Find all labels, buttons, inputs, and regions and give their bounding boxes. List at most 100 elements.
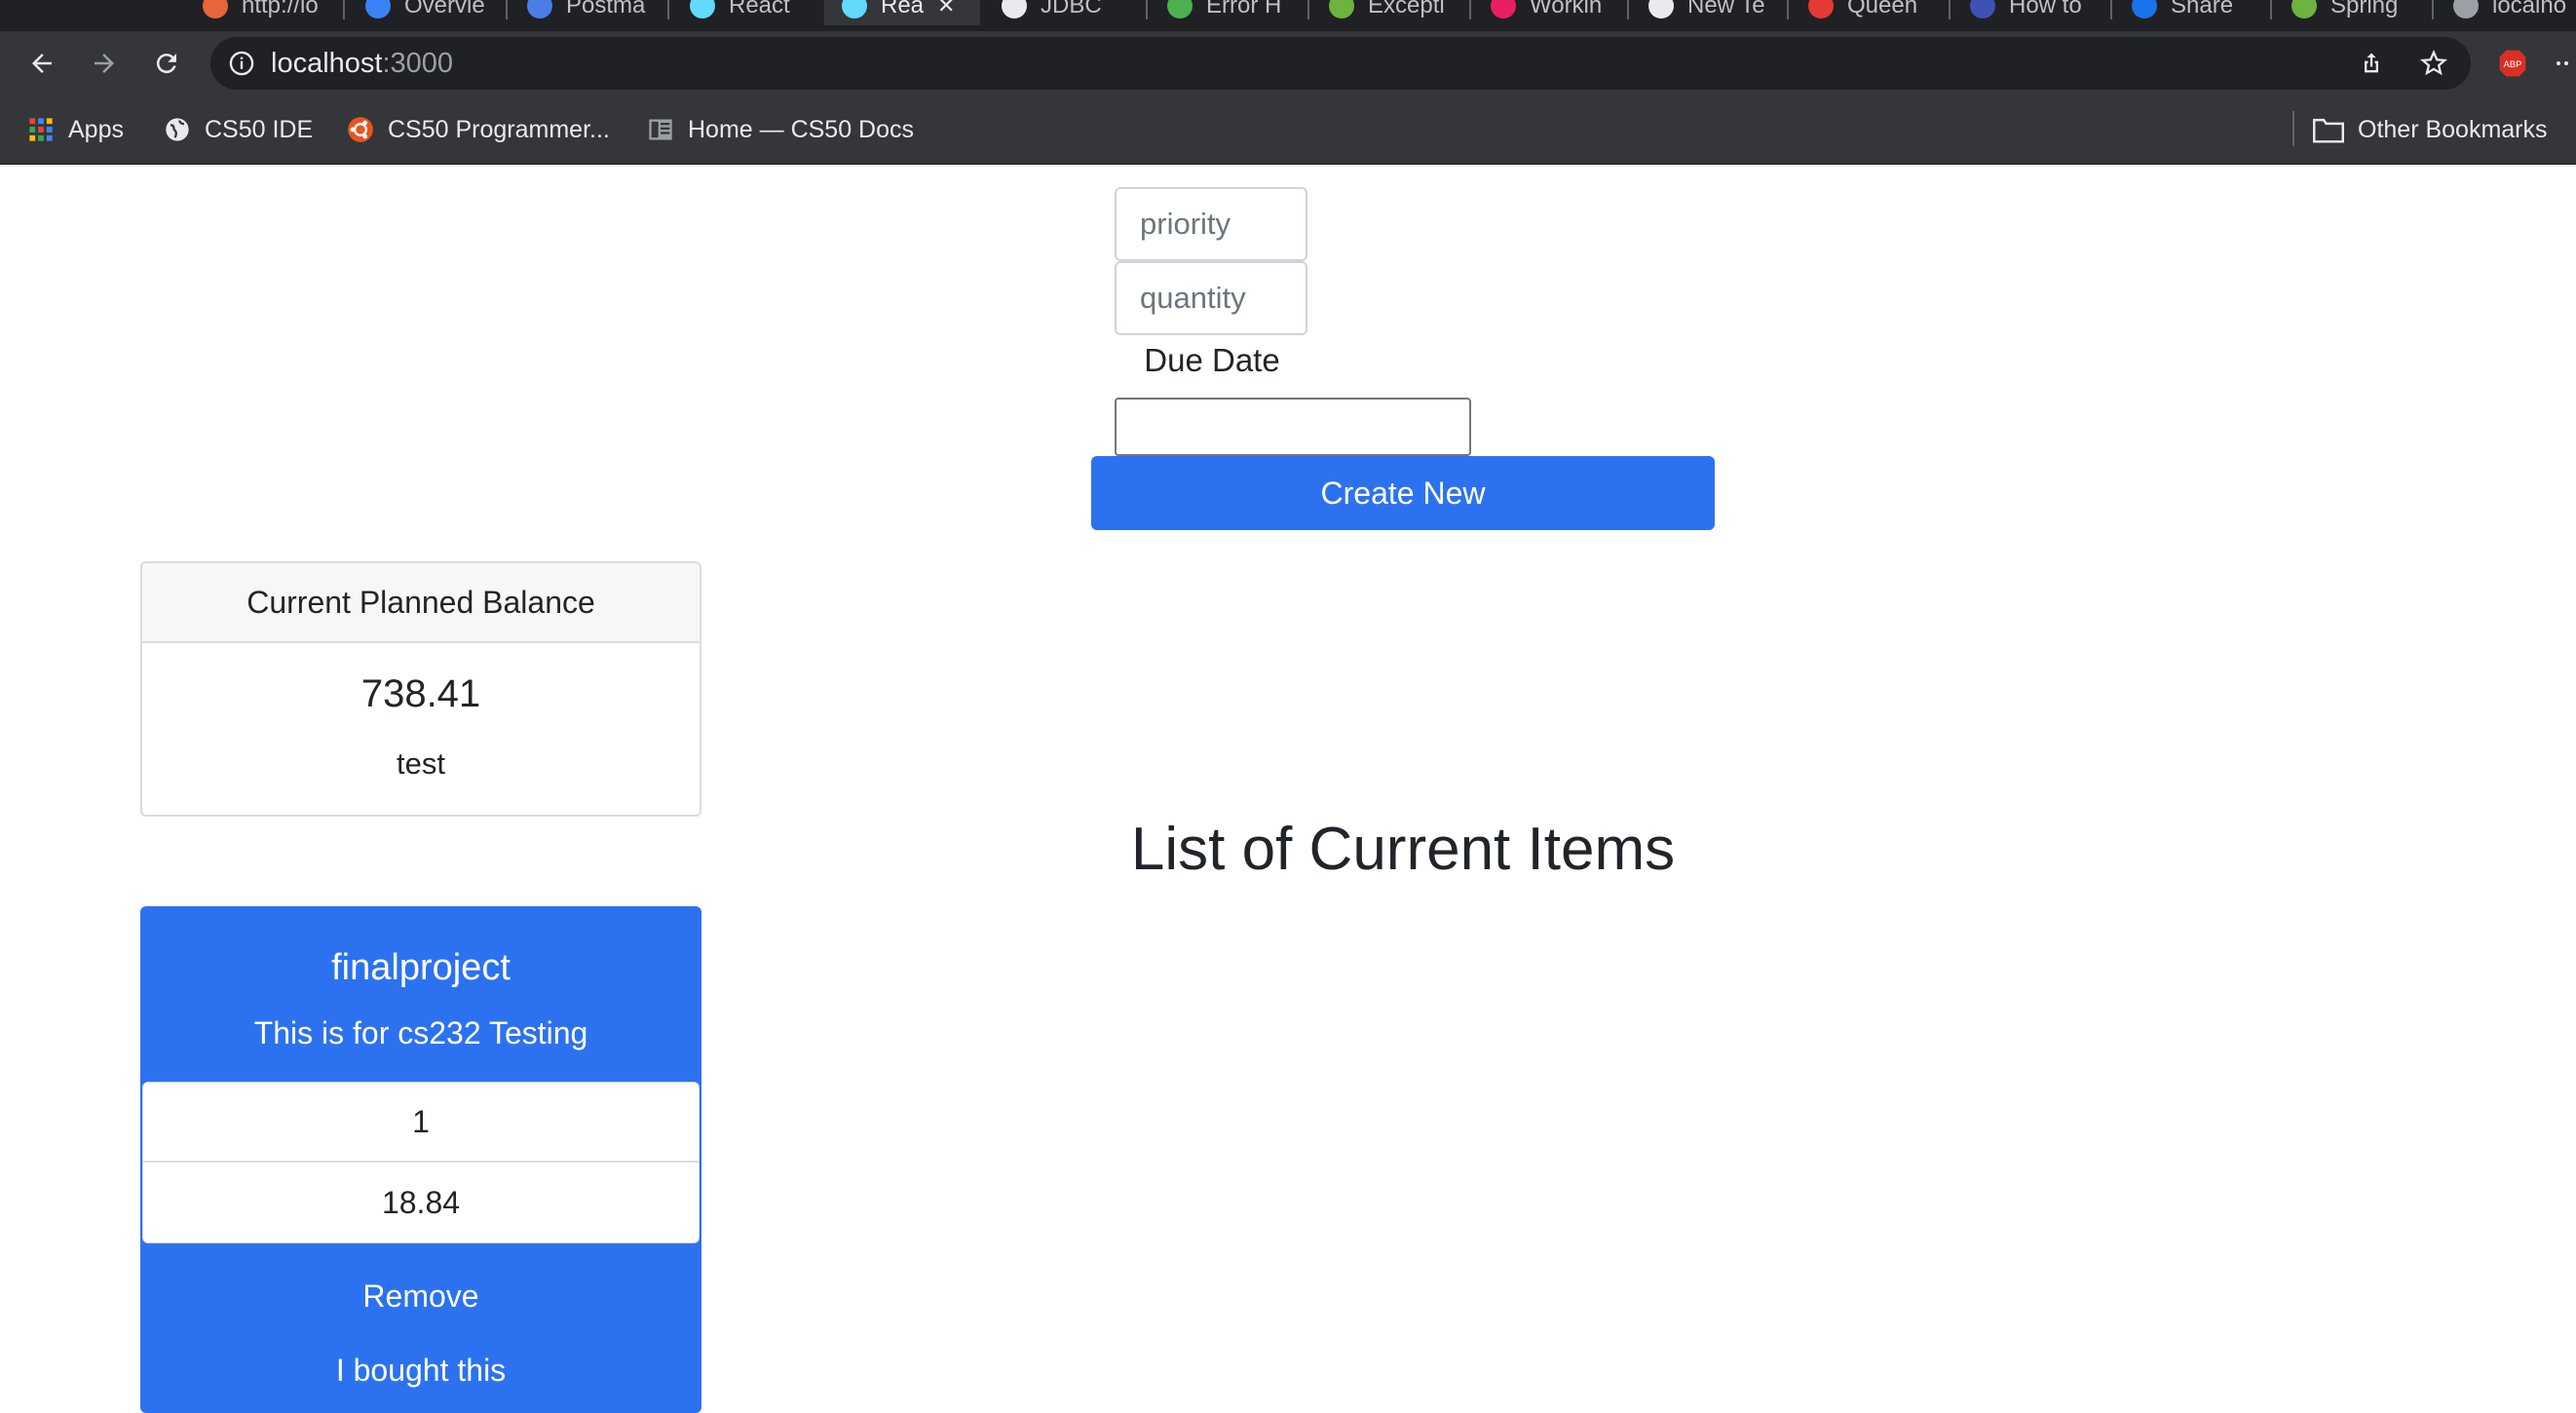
mail-icon (1002, 0, 1027, 19)
docs-icon (649, 119, 672, 140)
tab-separator (2110, 0, 2112, 19)
browser-tab-label: Queen (1847, 0, 1918, 19)
url-port: :3000 (382, 47, 454, 79)
svg-text:ABP: ABP (2504, 59, 2522, 69)
browser-tab-strip: http://lo Overvie Postma React Rea ✕ JDBC Error… (0, 0, 2576, 31)
bookmark-other[interactable]: Other Bookmarks (2313, 111, 2548, 148)
red-circle-icon (203, 0, 228, 19)
pink-circle-icon (1491, 0, 1516, 19)
bookmark-star-button[interactable] (2416, 46, 2451, 81)
reload-icon (156, 54, 176, 74)
close-tab-icon[interactable]: ✕ (937, 0, 955, 19)
browser-tab[interactable]: Error H (1150, 0, 1306, 25)
bookmark-cs50-programmer-label: CS50 Programmer... (388, 115, 610, 143)
list-title: List of Current Items (1130, 816, 1676, 883)
tab-separator (1949, 0, 1951, 19)
remove-link[interactable]: Remove (140, 1279, 701, 1315)
bookmark-apps[interactable]: Apps (27, 111, 124, 148)
reload-button[interactable] (142, 39, 191, 88)
more-icon (2557, 61, 2568, 65)
tab-separator (1307, 0, 1309, 19)
forward-button[interactable] (80, 39, 129, 88)
browser-tab[interactable]: Rea ✕ (824, 0, 980, 25)
blue-circle-icon (1970, 0, 1995, 19)
address-bar[interactable]: localhost:3000 (210, 37, 2471, 90)
browser-tab[interactable]: React (672, 0, 818, 25)
github-icon (1648, 0, 1674, 19)
ubuntu-icon (348, 117, 373, 142)
balance-card: Current Planned Balance 738.41 test (140, 561, 701, 817)
forward-arrow-icon (95, 54, 114, 73)
tab-separator (2270, 0, 2272, 19)
item-card: finalproject This is for cs232 Testing 1… (140, 906, 701, 1413)
priority-input[interactable] (1115, 187, 1307, 261)
browser-tab-label: How to (2009, 0, 2082, 19)
browser-tab-label: http://lo (242, 0, 319, 19)
due-date-label: Due Date (1144, 342, 1280, 378)
browser-tab-label: Rea (881, 0, 925, 19)
browser-tab-label: Postma (566, 0, 646, 19)
infinity-icon (1808, 0, 1834, 19)
browser-tab-label: localho (2492, 0, 2567, 19)
tab-separator (506, 0, 508, 19)
blue-circle-icon (365, 0, 391, 19)
item-priority: 1 (143, 1083, 699, 1163)
item-details-list: 1 18.84 (142, 1082, 700, 1243)
spring-icon (1329, 0, 1354, 19)
tab-separator (2432, 0, 2434, 19)
more-extensions-button[interactable] (2549, 39, 2576, 88)
browser-tab[interactable]: http://lo (185, 0, 341, 25)
tab-separator (1469, 0, 1471, 19)
browser-tab[interactable]: Spring (2274, 0, 2430, 25)
back-arrow-icon (32, 54, 52, 73)
bookmark-cs50-programmer[interactable]: CS50 Programmer... (347, 111, 610, 148)
bought-link[interactable]: I bought this (140, 1353, 701, 1389)
page-content: Due Date Create New Current Planned Bala… (0, 164, 2576, 1413)
browser-tab[interactable]: localho (2436, 0, 2576, 25)
browser-tab-label: Excepti (1368, 0, 1445, 19)
bookmark-cs50-docs[interactable]: Home — CS50 Docs (647, 111, 914, 148)
quantity-input[interactable] (1115, 261, 1307, 335)
browser-tab[interactable]: Queen (1791, 0, 1947, 25)
browser-tab[interactable]: Workin (1473, 0, 1625, 25)
info-icon (229, 51, 254, 76)
browser-tab-label: Overvie (404, 0, 485, 19)
browser-tab-label: New Te (1687, 0, 1765, 19)
browser-tab-label: Share (2171, 0, 2234, 19)
apps-grid-icon (29, 118, 53, 141)
browser-tab[interactable]: Overvie (348, 0, 504, 25)
create-new-button[interactable]: Create New (1091, 456, 1715, 530)
browser-tab[interactable]: New Te (1631, 0, 1785, 25)
tab-separator (1627, 0, 1629, 19)
due-date-input[interactable] (1115, 398, 1471, 456)
tab-separator (1787, 0, 1789, 19)
back-button[interactable] (18, 39, 66, 88)
globe-icon (2453, 0, 2479, 19)
browser-toolbar: localhost:3000 ABP (0, 31, 2576, 95)
browser-tab[interactable]: Postma (510, 0, 665, 25)
browser-tab[interactable]: Share (2114, 0, 2268, 25)
browser-tab-label: React (729, 0, 790, 19)
browser-tab[interactable]: Excepti (1311, 0, 1467, 25)
adblock-icon: ABP (2499, 50, 2526, 77)
balance-card-header: Current Planned Balance (142, 563, 700, 643)
browser-tab-label: Workin (1530, 0, 1603, 19)
tab-separator (667, 0, 669, 19)
item-name: finalproject (331, 947, 511, 988)
item-price: 18.84 (381, 1184, 461, 1220)
url-host: localhost (271, 47, 383, 79)
bookmark-cs50-docs-label: Home — CS50 Docs (688, 115, 915, 143)
share-button[interactable] (2354, 46, 2389, 81)
bookmarks-bar: Apps CS50 IDE CS50 Programmer... Home — … (0, 95, 2576, 165)
folder-icon (2313, 118, 2344, 143)
bookmark-apps-label: Apps (68, 115, 124, 143)
browser-tab[interactable]: How to (1952, 0, 2108, 25)
extension-button[interactable]: ABP (2488, 39, 2537, 88)
item-description: This is for cs232 Testing (253, 1015, 588, 1050)
share-icon (2365, 53, 2378, 73)
bookmark-cs50-ide[interactable]: CS50 IDE (164, 111, 313, 148)
balance-amount: 738.41 (360, 672, 481, 715)
spring-icon (2292, 0, 2317, 19)
tab-separator (1146, 0, 1148, 19)
browser-tab[interactable]: JDBC (984, 0, 1144, 25)
